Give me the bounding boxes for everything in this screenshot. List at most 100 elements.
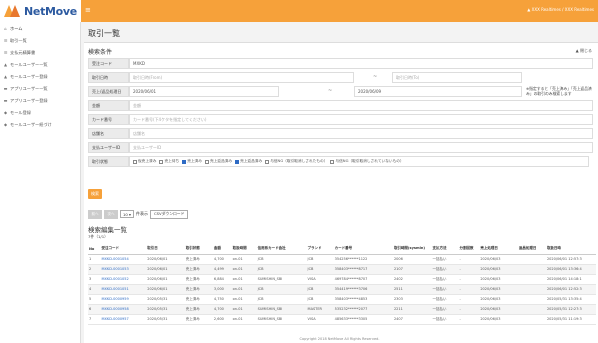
next-button[interactable]: 次へ (104, 209, 118, 219)
table-cell: 535232******2077 (333, 304, 393, 315)
table-cell: JCB (256, 294, 307, 305)
status-option[interactable]: 与信NG（取引取消しされていないもの） (330, 159, 404, 164)
order-code-link[interactable]: MXKD-0000957 (100, 314, 147, 325)
order-code-link[interactable]: MXKD-0000958 (100, 304, 147, 315)
status-option[interactable]: 売上済み (182, 159, 202, 164)
order-code-link[interactable]: MXKD-0000959 (100, 294, 147, 305)
sidebar-item-label: モールユーザー登録 (10, 73, 48, 79)
search-button[interactable]: 検索 (88, 189, 102, 199)
sales-date-label: 売上/返品処理日 (88, 86, 129, 97)
user-icon: ▲ (3, 74, 8, 79)
logo[interactable]: NetMove (0, 0, 81, 22)
table-cell: 354256******1122 (333, 254, 393, 265)
table-cell: 2020/05/31 12:27:3 (545, 304, 596, 315)
col-header: No (88, 244, 101, 255)
amount-input[interactable]: 金額 (129, 100, 593, 111)
col-header: 取扱時間 (231, 244, 257, 255)
table-cell: 4,750 (212, 294, 232, 305)
top-bar: NetMove ≡ ▲ XXX Realtimes / XXX Realtime… (0, 0, 598, 22)
status-option[interactable]: 売上返品済み (204, 159, 232, 164)
sidebar-item-mall-register[interactable]: ◆ モール登録 (0, 107, 80, 118)
table-cell: MASTER (306, 304, 334, 315)
shop-code-label: 受注コード (88, 58, 129, 69)
status-option[interactable]: 売上待ち (159, 159, 179, 164)
sidebar-item-mall-user-link[interactable]: ◆ モールユーザー紐づけ (0, 119, 80, 130)
checkbox-checked[interactable] (182, 159, 187, 164)
order-code-link[interactable]: MXKD-0001053 (100, 264, 147, 275)
table-cell: 2511 (392, 284, 432, 295)
sales-date-to-input[interactable]: 2020/06/09 (354, 86, 522, 97)
hamburger-icon[interactable]: ≡ (85, 6, 91, 14)
shop-code-input[interactable]: MXKD (129, 58, 593, 69)
status-option[interactable]: 仮売上済み (133, 159, 156, 164)
table-cell: on-01 (231, 264, 257, 275)
table-cell: 2020/05/31 (146, 314, 185, 325)
per-page-select[interactable]: 10 ▾ (120, 210, 134, 218)
table-header-row: No 受注コード 取引日 取引状態 金額 取扱時間 信用系カード会社 ブランド … (88, 244, 596, 255)
transactions-table: No 受注コード 取引日 取引状態 金額 取扱時間 信用系カード会社 ブランド … (88, 244, 596, 325)
report-icon: ☰ (3, 50, 8, 55)
table-cell: JCB (306, 254, 334, 265)
status-option[interactable]: 与信NG（取引取消しされたもの） (265, 159, 327, 164)
checkbox[interactable] (133, 159, 137, 164)
sidebar-item-transactions[interactable]: ☰ 取引一覧 (0, 35, 80, 46)
table-cell: 3,000 (212, 284, 232, 295)
table-cell: SUMISHIN_SBI (256, 314, 307, 325)
table-cell: 2020/06/03 (479, 274, 518, 285)
shop-name-input[interactable]: 店舗名 (129, 128, 593, 139)
table-cell: 一括払い (431, 274, 459, 285)
list-controls: 前へ 次へ 10 ▾ 件表示 CSVダウンロード (88, 209, 189, 219)
table-cell: 売上済み (184, 294, 213, 305)
sidebar-item-home[interactable]: ⌂ ホーム (0, 23, 80, 34)
sidebar-item-label: 支払元精算書 (10, 49, 36, 55)
user-id-input[interactable]: 支払ユーザーID (129, 142, 593, 153)
sidebar-item-app-users[interactable]: ▬ アプリユーザー一覧 (0, 83, 80, 94)
csv-download-button[interactable]: CSVダウンロード (149, 209, 189, 219)
order-date-from-input[interactable]: 取引日時(From) (129, 72, 354, 83)
status-options: 仮売上済み 売上待ち 売上済み 売上返品済み 売上返品済み 与信NG（取引取消し… (129, 156, 589, 167)
status-option-label: 売上返品済み (240, 159, 263, 163)
table-cell: 売上済み (184, 264, 213, 275)
table-cell (517, 264, 546, 275)
user-menu[interactable]: ▲ XXX Realtimes / XXX Realtimes (527, 7, 594, 12)
order-date-to-input[interactable]: 取引日時(To) (392, 72, 522, 83)
table-cell: JCB (306, 284, 334, 295)
prev-button[interactable]: 前へ (88, 209, 102, 219)
table-cell: 2020/05/31 (146, 294, 185, 305)
table-cell: 1 (88, 254, 101, 265)
status-option[interactable]: 売上返品済み (235, 159, 262, 164)
checkbox[interactable] (330, 159, 335, 164)
sidebar-item-label: ホーム (10, 25, 23, 31)
sidebar-item-mall-users[interactable]: ▲ モールユーザー一覧 (0, 59, 80, 70)
sidebar-item-label: モール登録 (10, 109, 31, 115)
table-cell: 2020/06/03 (479, 314, 518, 325)
order-code-link[interactable]: MXKD-0001051 (100, 284, 147, 295)
table-cell: 2006 (392, 254, 432, 265)
checkbox[interactable] (265, 159, 270, 164)
table-cell: 7 (88, 314, 101, 325)
card-number-label: カード番号 (88, 114, 129, 125)
table-cell: - (458, 314, 480, 325)
table-cell: 2020/06/03 (479, 264, 518, 275)
sidebar-item-label: 取引一覧 (10, 37, 27, 43)
checkbox-checked[interactable] (235, 159, 240, 164)
checkbox[interactable] (204, 159, 209, 164)
checkbox[interactable] (159, 159, 164, 164)
table-cell (517, 314, 546, 325)
table-cell: - (458, 284, 480, 295)
sidebar-item-mall-user-register[interactable]: ▲ モールユーザー登録 (0, 71, 80, 82)
table-cell: 2020/05/31 (146, 304, 185, 315)
table-cell: 354419******3706 (333, 284, 393, 295)
sidebar-item-settlement[interactable]: ☰ 支払元精算書 (0, 47, 80, 58)
table-cell: 2020/06/01 12:52:3 (545, 284, 596, 295)
table-cell: 一括払い (431, 294, 459, 305)
sidebar-item-app-user-register[interactable]: ▬ アプリユーザー登録 (0, 95, 80, 106)
sales-date-from-input[interactable]: 2020/06/01 (129, 86, 279, 97)
collapse-button[interactable]: ▲ 閉じる (576, 48, 592, 54)
table-cell: - (458, 254, 480, 265)
order-code-link[interactable]: MXKD-0001052 (100, 274, 147, 285)
col-header: 受注コード (100, 244, 147, 255)
col-header: 取扱日時 (545, 244, 596, 255)
order-code-link[interactable]: MXKD-0001054 (100, 254, 147, 265)
card-number-input[interactable]: カード番号(下4ケタを指定してください) (129, 114, 593, 125)
